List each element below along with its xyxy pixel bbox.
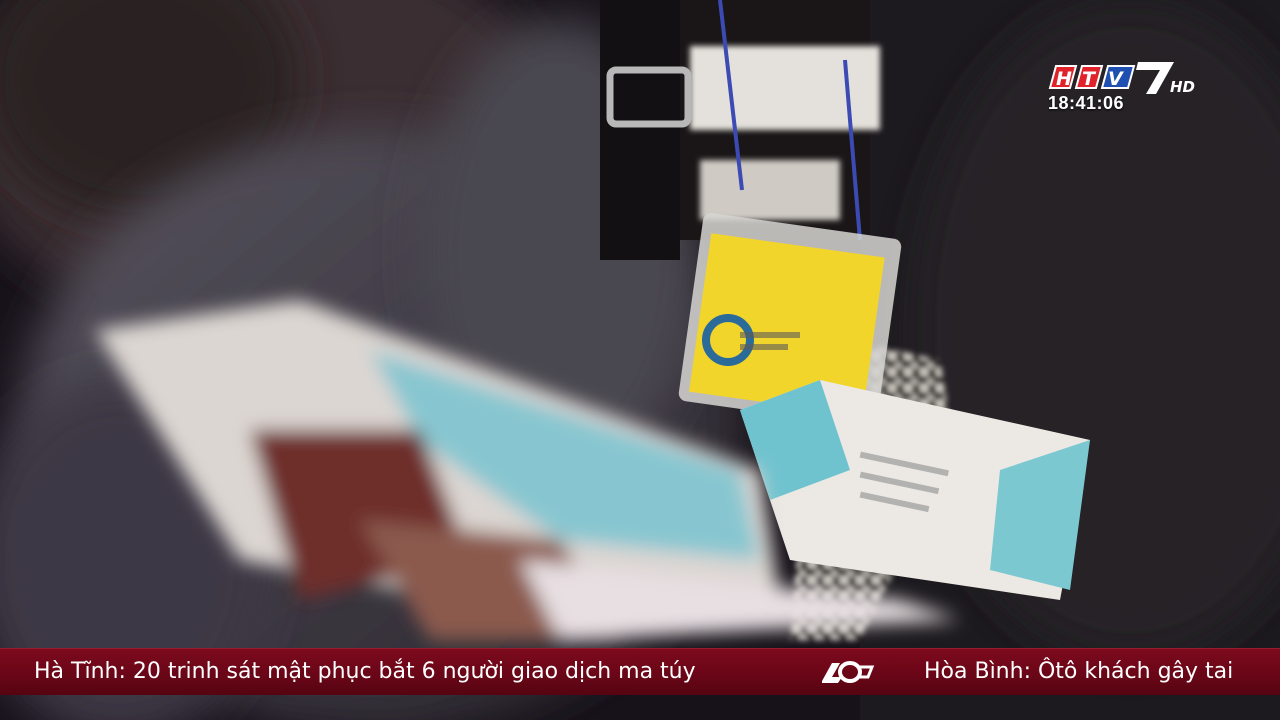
svg-text:H: H [1056, 68, 1072, 90]
broadcast-clock: 18:41:06 [1048, 93, 1125, 113]
svg-text:T: T [1082, 68, 1097, 90]
htv7-logo: H T V HD [1048, 62, 1195, 96]
svg-text:V: V [1108, 68, 1124, 90]
video-frame: H T V HD 18:41:06 Hà Tĩnh: 20 trinh sát … [0, 0, 1280, 720]
svg-text:HD: HD [1170, 78, 1195, 96]
ticker-headline: Hà Tĩnh: 20 trinh sát mật phục bắt 6 ngư… [34, 659, 696, 684]
news-ticker: Hà Tĩnh: 20 trinh sát mật phục bắt 6 ngư… [0, 648, 1280, 695]
htv-60-years-icon [822, 661, 875, 683]
ticker-headline: Hòa Bình: Ôtô khách gây tai [924, 659, 1234, 684]
